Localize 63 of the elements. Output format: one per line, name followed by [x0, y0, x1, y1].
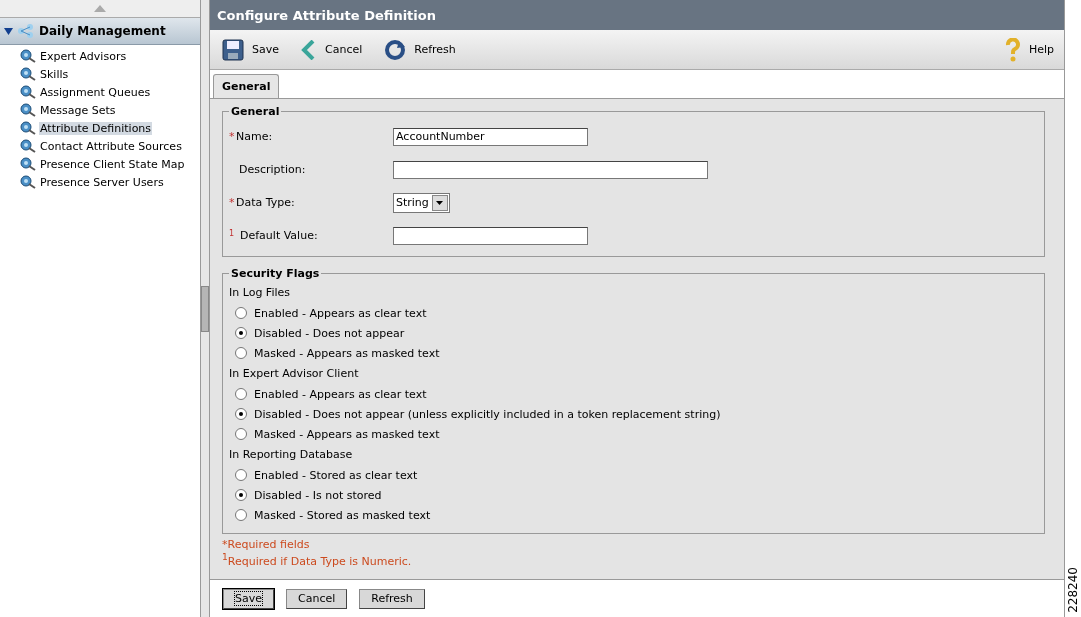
refresh-button[interactable]: Refresh	[384, 38, 456, 61]
radio-button[interactable]	[235, 489, 247, 501]
radio-button[interactable]	[235, 347, 247, 359]
form-button[interactable]: Save	[223, 588, 274, 609]
group-title: Security Flags	[230, 267, 321, 280]
expand-arrow-icon	[4, 27, 13, 35]
save-button[interactable]: Save	[222, 38, 279, 61]
option-group-title: In Expert Advisor Client	[229, 367, 360, 380]
group-title: General	[230, 105, 281, 118]
option-label: Enabled - Appears as clear text	[254, 306, 427, 320]
field-label: Default Value:	[240, 229, 318, 242]
refresh-icon	[384, 38, 407, 61]
required-mark: *	[229, 196, 236, 209]
radio-button[interactable]	[235, 327, 247, 339]
figure-number: 228240	[1066, 567, 1080, 613]
network-icon	[17, 24, 35, 38]
option-label: Disabled - Does not appear (unless explicitly included in a token replacement string)	[254, 407, 721, 421]
sidebar-item[interactable]: Contact Attribute Sources	[39, 139, 183, 153]
option-label: Enabled - Stored as clear text	[254, 468, 418, 482]
dropdown-arrow-icon	[436, 200, 444, 205]
sidebar-item[interactable]: Message Sets	[39, 103, 117, 117]
section-title: Daily Management	[39, 24, 166, 38]
sidebar-item[interactable]: Expert Advisors	[39, 49, 128, 63]
dropdown[interactable]: String	[393, 192, 450, 213]
footnote: $^{1}$Required if Data Type is Numeric.	[222, 551, 413, 568]
field-label: Data Type:	[236, 196, 295, 209]
required-mark: 1	[229, 229, 236, 238]
input-field[interactable]: AccountNumber	[393, 127, 588, 146]
radio-button[interactable]	[235, 307, 247, 319]
option-label: Disabled - Is not stored	[254, 488, 382, 502]
radio-button[interactable]	[235, 408, 247, 420]
footnote: *Required fields	[222, 538, 311, 551]
field-label: Name:	[236, 130, 273, 143]
option-label: Masked - Appears as masked text	[254, 346, 440, 360]
input-field[interactable]	[393, 160, 708, 179]
sidebar-item[interactable]: Presence Server Users	[39, 175, 165, 189]
radio-button[interactable]	[235, 388, 247, 400]
splitter-handle[interactable]	[201, 285, 209, 332]
scroll-up-icon[interactable]	[94, 5, 106, 12]
option-label: Masked - Stored as masked text	[254, 508, 431, 522]
help-button[interactable]: Help	[1004, 37, 1054, 62]
option-group-title: In Log Files	[229, 286, 291, 299]
option-group-title: In Reporting Database	[229, 448, 354, 461]
question-mark-icon	[1004, 37, 1021, 62]
sidebar-item[interactable]: Assignment Queues	[39, 85, 152, 99]
input-field[interactable]	[393, 226, 588, 245]
page-title: Configure Attribute Definition	[210, 0, 1064, 30]
form-button[interactable]: Refresh	[359, 588, 425, 609]
option-label: Disabled - Does not appear	[254, 326, 405, 340]
cancel-button[interactable]: Cancel	[301, 39, 363, 60]
tab[interactable]: General	[213, 74, 280, 98]
required-mark: *	[229, 130, 236, 143]
sidebar-item[interactable]: Skills	[39, 67, 70, 81]
radio-button[interactable]	[235, 509, 247, 521]
sidebar-item[interactable]: Attribute Definitions	[39, 121, 153, 135]
option-label: Enabled - Appears as clear text	[254, 387, 427, 401]
radio-button[interactable]	[235, 469, 247, 481]
form-button[interactable]: Cancel	[286, 588, 348, 609]
sidebar-item[interactable]: Presence Client State Map	[39, 157, 186, 171]
radio-button[interactable]	[235, 428, 247, 440]
section-header[interactable]: Daily Management	[0, 18, 200, 45]
field-label: Description:	[239, 163, 306, 176]
option-label: Masked - Appears as masked text	[254, 427, 440, 441]
